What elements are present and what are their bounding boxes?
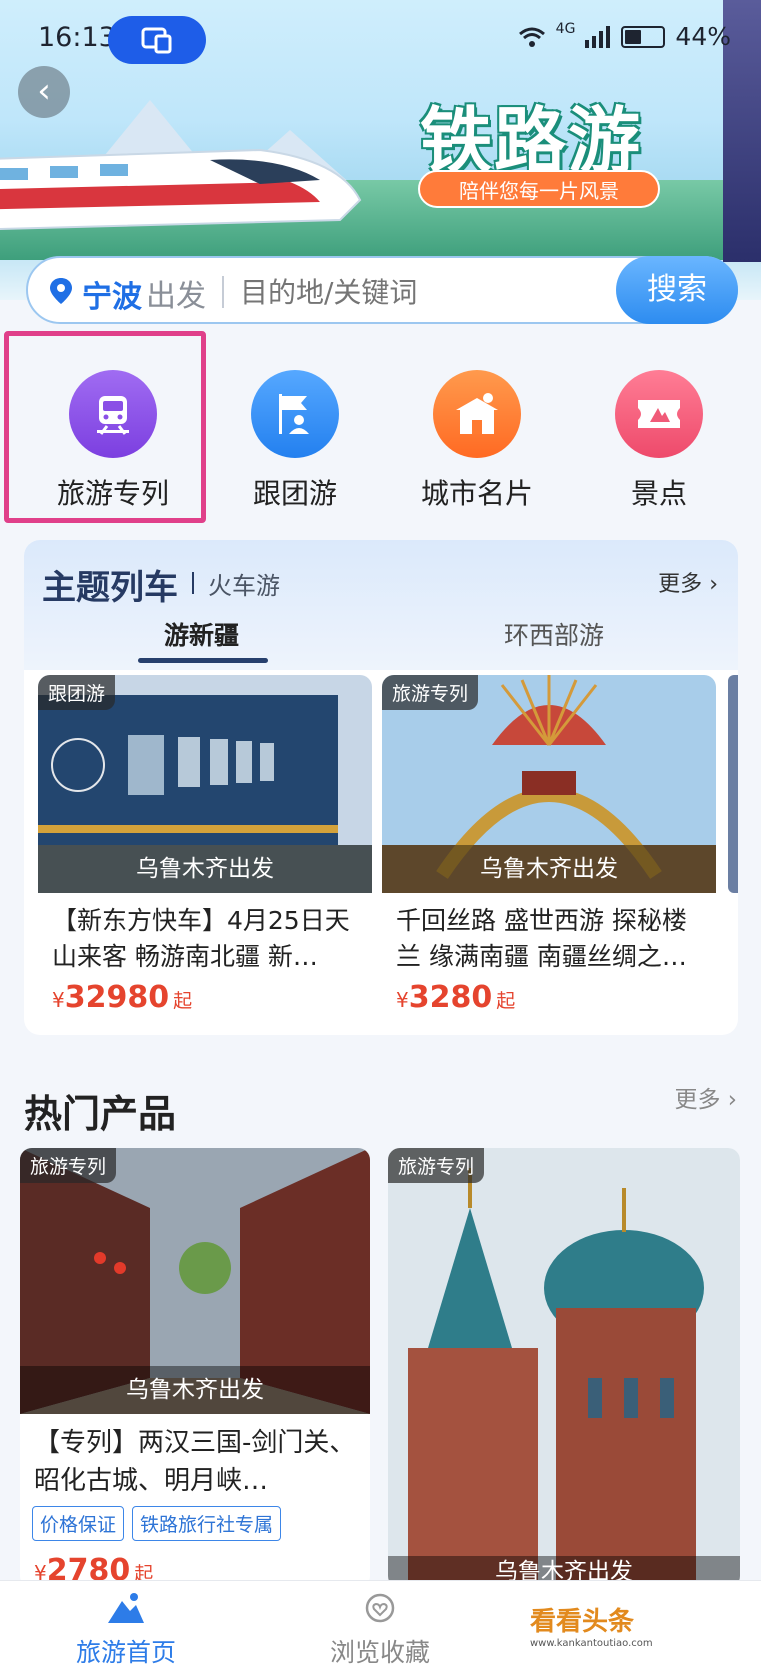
departure-band: 乌鲁木齐出发 <box>382 845 716 893</box>
product-tag: 旅游专列 <box>388 1148 485 1183</box>
category-city-card[interactable]: 城市名片 <box>392 370 562 512</box>
currency-symbol: ¥ <box>396 988 409 1012</box>
watermark-logo: 看看头条 www.kankantoutiao.com <box>530 1601 653 1649</box>
cathedral-photo <box>388 1148 740 1588</box>
search-divider <box>222 276 224 308</box>
product-card[interactable]: 旅游专列 乌鲁木齐出发 千回丝路 盛世西游 探秘楼兰 缘满南疆 南疆丝绸之… ¥… <box>382 675 716 1025</box>
departure-label: 出发 <box>146 279 206 314</box>
more-link[interactable]: 更多 › <box>658 566 718 598</box>
bullet-train-illustration <box>0 148 362 230</box>
product-price: ¥32980 起 <box>52 980 192 1015</box>
price-value: 3280 <box>408 980 493 1015</box>
nav-favorites[interactable]: 浏览收藏 <box>280 1591 480 1669</box>
product-title: 千回丝路 盛世西游 探秘楼兰 缘满南疆 南疆丝绸之… <box>396 906 687 971</box>
selection-highlight-box <box>4 331 206 523</box>
screen-share-pill[interactable] <box>108 16 206 64</box>
category-attraction[interactable]: 景点 <box>574 370 744 512</box>
chip-railway-agency: 铁路旅行社专属 <box>132 1506 282 1541</box>
departure-band: 乌鲁木齐出发 <box>20 1366 370 1414</box>
status-indicators: 4G 44% <box>518 20 731 51</box>
product-card[interactable]: 跟团游 乌鲁木齐出发 【新东方快车】4月25日天山来客 畅游南北疆 新… ¥32… <box>38 675 372 1025</box>
back-button[interactable]: ‹ <box>18 66 70 118</box>
location-pin-icon <box>50 278 72 304</box>
category-label: 城市名片 <box>420 477 533 510</box>
next-card-peek <box>728 675 738 893</box>
product-tag: 旅游专列 <box>20 1148 117 1183</box>
battery-icon <box>621 25 666 48</box>
banner-subtitle: 陪伴您每一片风景 <box>418 170 660 208</box>
battery-percent: 44% <box>675 22 731 51</box>
theme-trains-section: 主题列车 火车游 更多 › 游新疆 环西部游 跟团游 乌鲁木齐出发 【新东方快车… <box>24 540 738 1035</box>
nav-tourism-home[interactable]: 旅游首页 <box>26 1591 226 1669</box>
departure-city[interactable]: 宁波 <box>82 272 142 316</box>
network-type: 4G <box>555 20 576 37</box>
section-subtitle: 火车游 <box>208 572 280 600</box>
chevron-left-icon: ‹ <box>37 71 51 111</box>
more-label: 更多 <box>674 1087 721 1113</box>
category-label: 景点 <box>630 477 687 510</box>
status-bar: 16:13 4G 44% <box>0 0 761 80</box>
price-suffix: 起 <box>173 990 193 1012</box>
currency-symbol: ¥ <box>52 988 65 1012</box>
wifi-icon <box>518 27 545 47</box>
chip-price-guarantee: 价格保证 <box>32 1506 125 1541</box>
nav-label: 旅游首页 <box>75 1638 176 1667</box>
price-value: 32980 <box>64 980 170 1015</box>
watermark-text: 看看头条 <box>530 1607 635 1637</box>
tab-west-loop[interactable]: 环西部游 <box>504 616 604 652</box>
category-label: 跟团游 <box>252 477 337 510</box>
mountain-home-icon <box>108 1593 144 1623</box>
search-bar: 宁波 出发 搜索 <box>26 256 738 324</box>
status-time: 16:13 <box>38 22 116 53</box>
hot-product-card[interactable]: 旅游专列 乌鲁木齐出发 <box>388 1148 740 1588</box>
product-title: 【专列】两汉三国-剑门关、昭化古城、明月峡… <box>34 1428 356 1496</box>
signal-icon <box>585 25 611 48</box>
chevron-right-icon: › <box>727 1087 737 1113</box>
chevron-right-icon: › <box>709 572 718 597</box>
clock-heart-icon <box>365 1593 395 1623</box>
hot-product-card[interactable]: 旅游专列 乌鲁木齐出发 【专列】两汉三国-剑门关、昭化古城、明月峡… 价格保证 … <box>20 1148 370 1588</box>
hot-products-title: 热门产品 <box>24 1092 177 1136</box>
bottom-nav: 旅游首页 浏览收藏 看看头条 www.kankantoutiao.com <box>0 1580 761 1680</box>
hot-more-link[interactable]: 更多 › <box>674 1080 737 1114</box>
product-tag: 旅游专列 <box>382 675 479 710</box>
more-label: 更多 <box>658 572 703 597</box>
tab-xinjiang[interactable]: 游新疆 <box>164 616 239 652</box>
flag-person-icon <box>251 370 339 458</box>
product-chips: 价格保证 铁路旅行社专属 <box>32 1506 282 1541</box>
search-input[interactable] <box>240 272 600 312</box>
screen-mirror-icon <box>141 27 172 54</box>
active-tab-indicator <box>138 658 268 663</box>
section-title: 主题列车 <box>42 568 178 608</box>
product-price: ¥3280 起 <box>396 980 515 1015</box>
watermark-url: www.kankantoutiao.com <box>530 1638 653 1649</box>
nav-label: 浏览收藏 <box>329 1638 430 1667</box>
category-group-tour[interactable]: 跟团游 <box>210 370 380 512</box>
product-title: 【新东方快车】4月25日天山来客 畅游南北疆 新… <box>52 906 350 971</box>
product-tag: 跟团游 <box>38 675 116 710</box>
ticket-icon <box>615 370 703 458</box>
city-gate-icon <box>433 370 521 458</box>
title-separator <box>192 572 194 594</box>
departure-band: 乌鲁木齐出发 <box>38 845 372 893</box>
price-suffix: 起 <box>496 990 516 1012</box>
search-button[interactable]: 搜索 <box>616 256 738 324</box>
